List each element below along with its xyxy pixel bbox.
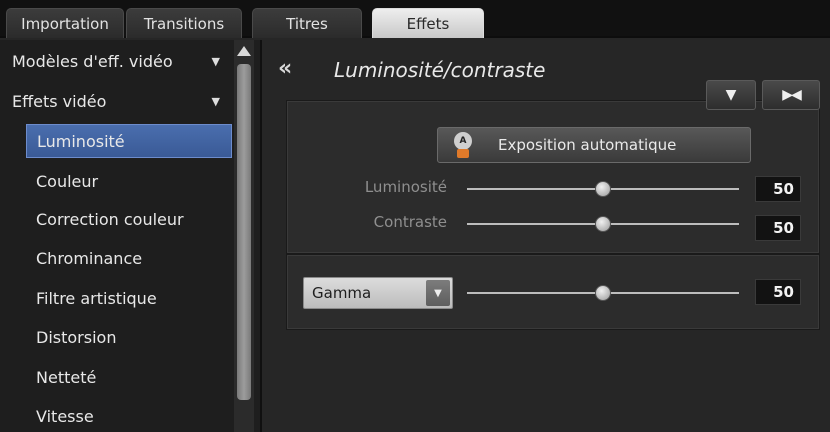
effect-item-couleur[interactable]: Couleur: [0, 164, 232, 198]
effect-label: Luminosité: [37, 131, 125, 151]
tab-label: Transitions: [143, 14, 225, 33]
effect-label: Filtre artistique: [36, 288, 157, 308]
tab-label: Effets: [406, 14, 450, 33]
effect-item-nettete[interactable]: Netteté: [0, 360, 232, 394]
contraste-label: Contraste: [373, 213, 447, 231]
gamma-slider[interactable]: [467, 285, 739, 301]
tab-transitions[interactable]: Transitions: [126, 8, 242, 38]
auto-exposure-button[interactable]: A Exposition automatique: [437, 127, 751, 163]
auto-exposure-icon: A: [454, 132, 472, 158]
contraste-value[interactable]: 50: [755, 215, 801, 241]
luminosity-contrast-group: A Exposition automatique Luminosité 50 C…: [286, 100, 820, 254]
effect-item-correction-couleur[interactable]: Correction couleur: [0, 202, 232, 236]
effect-label: Chrominance: [36, 248, 143, 268]
double-chevron-left-icon[interactable]: «: [278, 56, 292, 81]
chevron-down-icon: ▼: [211, 54, 220, 68]
effect-label: Netteté: [36, 367, 97, 387]
luminosite-slider[interactable]: [467, 181, 739, 197]
gamma-select-value: Gamma: [312, 284, 372, 302]
tab-bar: Importation Transitions Titres Effets: [0, 0, 830, 38]
category-video-effect-templates[interactable]: Modèles d'eff. vidéo ▼: [0, 44, 232, 78]
chevron-down-icon: ▼: [211, 94, 220, 108]
effect-label: Distorsion: [36, 327, 117, 347]
effect-item-vitesse[interactable]: Vitesse: [0, 399, 232, 432]
panel-title: Luminosité/contraste: [334, 58, 546, 82]
luminosite-label: Luminosité: [364, 178, 447, 196]
auto-exposure-label: Exposition automatique: [498, 136, 677, 154]
category-label: Effets vidéo: [12, 91, 107, 111]
category-label: Modèles d'eff. vidéo: [12, 51, 173, 71]
effect-item-chrominance[interactable]: Chrominance: [0, 241, 232, 275]
triangle-down-icon[interactable]: ▼: [706, 80, 756, 110]
gamma-group: Gamma ▼ 50: [286, 254, 820, 330]
effect-label: Vitesse: [36, 406, 94, 426]
slider-knob[interactable]: [595, 285, 611, 301]
contraste-slider[interactable]: [467, 216, 739, 232]
effect-item-filtre-artistique[interactable]: Filtre artistique: [0, 281, 232, 315]
sidebar-scrollbar[interactable]: [234, 40, 254, 432]
chevron-down-icon[interactable]: ▼: [426, 280, 450, 306]
effect-settings-panel: « Luminosité/contraste A Exposition auto…: [264, 40, 830, 432]
effect-label: Couleur: [36, 171, 99, 191]
tab-label: Importation: [21, 14, 109, 33]
slider-knob[interactable]: [595, 181, 611, 197]
tab-effets[interactable]: Effets: [372, 8, 484, 38]
effect-label: Correction couleur: [36, 209, 184, 229]
slider-knob[interactable]: [595, 216, 611, 232]
collapse-arrows-icon[interactable]: ▶◀: [762, 80, 820, 110]
tab-label: Titres: [286, 14, 328, 33]
gamma-value[interactable]: 50: [755, 279, 801, 305]
effect-item-distorsion[interactable]: Distorsion: [0, 320, 232, 354]
scroll-up-arrow-icon[interactable]: [237, 46, 251, 56]
category-video-effects[interactable]: Effets vidéo ▼: [0, 84, 232, 118]
gamma-select[interactable]: Gamma ▼: [303, 277, 453, 309]
effect-item-luminosite[interactable]: Luminosité: [26, 124, 232, 158]
effects-sidebar: Modèles d'eff. vidéo ▼ Effets vidéo ▼ Lu…: [0, 40, 262, 432]
tab-titres[interactable]: Titres: [252, 8, 362, 38]
tab-importation[interactable]: Importation: [6, 8, 124, 38]
luminosite-value[interactable]: 50: [755, 176, 801, 202]
scroll-thumb[interactable]: [237, 64, 251, 400]
